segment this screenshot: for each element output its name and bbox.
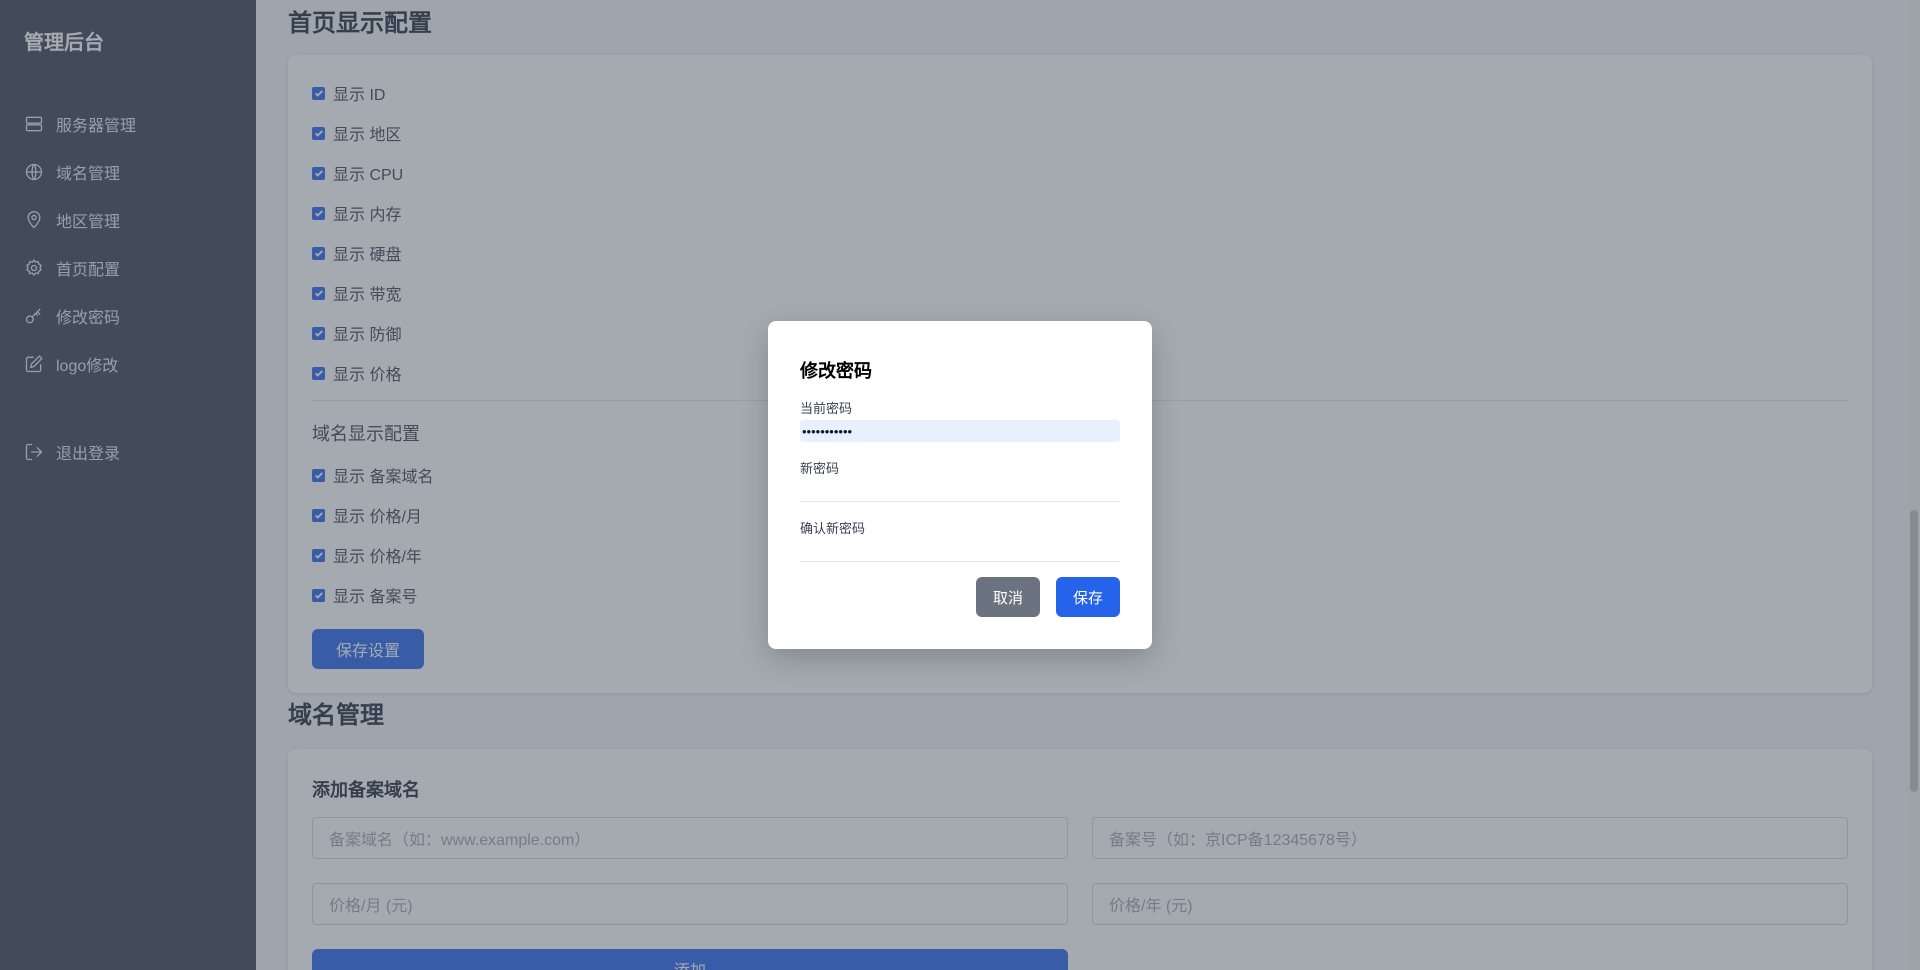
- modal-title: 修改密码: [800, 361, 872, 381]
- new-password-label: 新密码: [800, 461, 840, 476]
- new-password-input[interactable]: [800, 480, 1120, 502]
- change-password-modal: 修改密码 当前密码 ••••••••••• 新密码 确认新密码 取消 保存: [768, 321, 1152, 649]
- current-password-label: 当前密码: [800, 401, 853, 416]
- confirm-password-label: 确认新密码: [800, 521, 866, 536]
- current-password-input[interactable]: •••••••••••: [800, 420, 1120, 442]
- save-button[interactable]: 保存: [1056, 577, 1120, 617]
- cancel-button[interactable]: 取消: [976, 577, 1040, 617]
- confirm-password-input[interactable]: [800, 540, 1120, 562]
